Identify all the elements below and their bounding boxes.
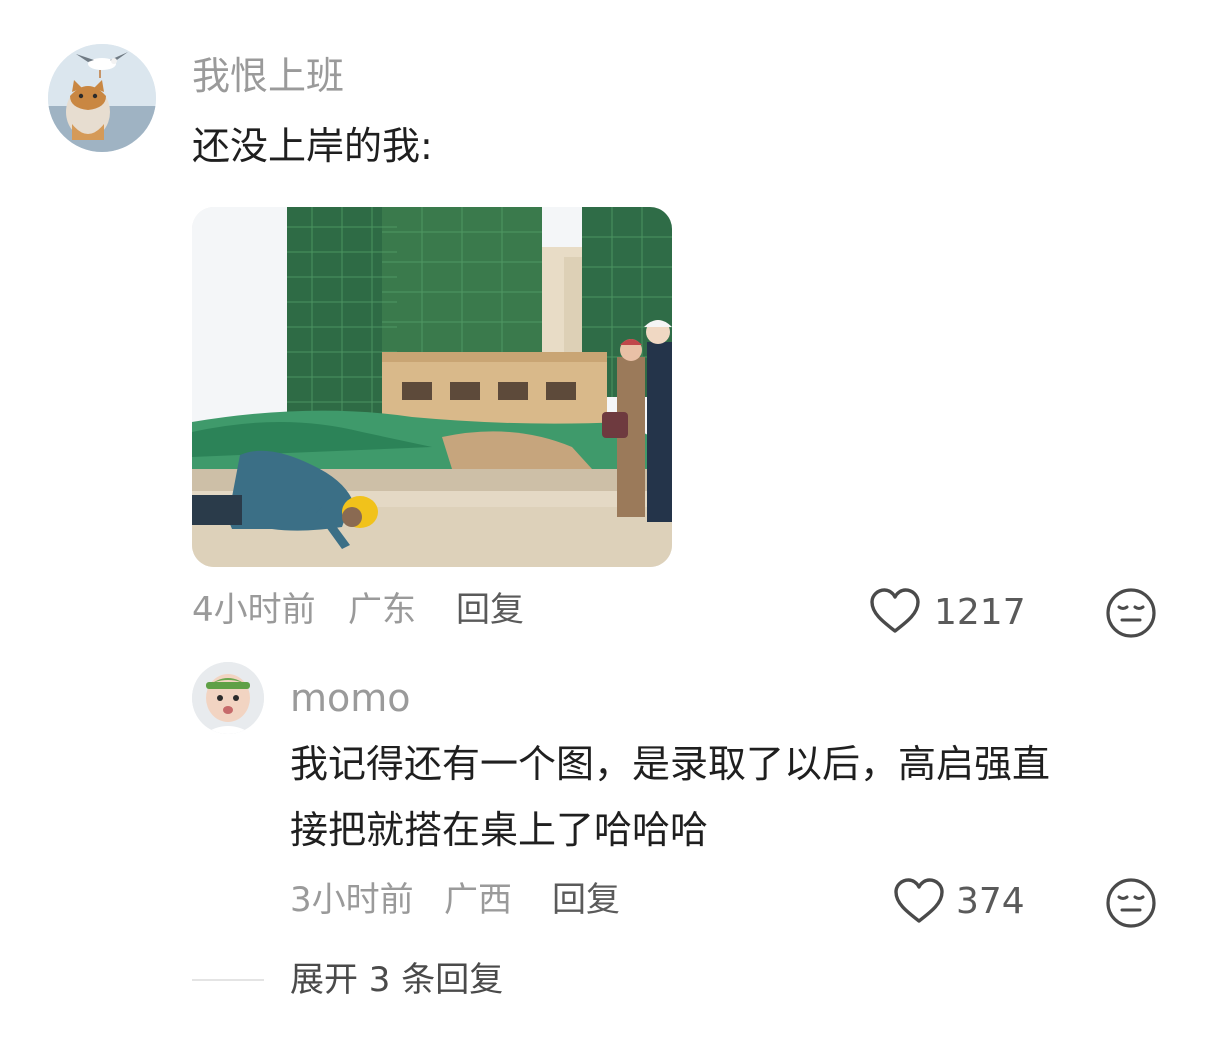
reply-like-count: 374 bbox=[956, 881, 1025, 922]
heart-outline-icon[interactable] bbox=[868, 586, 922, 636]
expand-divider bbox=[192, 979, 264, 981]
commenter-avatar[interactable] bbox=[48, 44, 156, 152]
reply-text-line-1: 我记得还有一个图，是录取了以后，高启强直 bbox=[290, 742, 1051, 786]
commenter-username[interactable]: 我恨上班 bbox=[192, 54, 344, 98]
heart-outline-icon[interactable] bbox=[892, 876, 946, 926]
expand-replies-button[interactable]: 展开 3 条回复 bbox=[290, 960, 503, 1000]
reply-reply-button[interactable]: 回复 bbox=[552, 880, 620, 920]
comment-location: 广东 bbox=[348, 590, 416, 630]
meh-face-icon[interactable] bbox=[1104, 586, 1158, 640]
comment-like-count: 1217 bbox=[934, 592, 1026, 633]
reply-location: 广西 bbox=[444, 880, 512, 920]
comment-time: 4小时前 bbox=[192, 590, 316, 630]
reply-username[interactable]: momo bbox=[290, 676, 411, 720]
reply-time: 3小时前 bbox=[290, 880, 414, 920]
reply-text-line-2: 接把就搭在桌上了哈哈哈 bbox=[290, 808, 709, 852]
comment-text: 还没上岸的我: bbox=[192, 124, 433, 168]
reply-avatar[interactable] bbox=[192, 662, 264, 734]
meh-face-icon[interactable] bbox=[1104, 876, 1158, 930]
comment-reply-button[interactable]: 回复 bbox=[456, 590, 524, 630]
comment-image[interactable] bbox=[192, 207, 672, 567]
